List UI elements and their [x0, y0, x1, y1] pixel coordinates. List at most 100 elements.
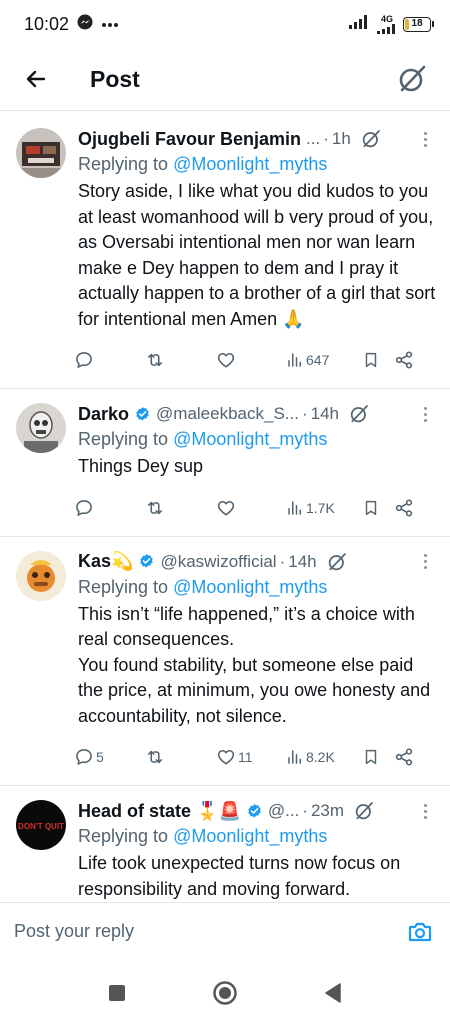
- handle[interactable]: @...: [268, 801, 299, 821]
- repost-icon: [147, 353, 163, 367]
- network-indicator: 4G: [377, 13, 397, 34]
- bookmark-icon: [365, 500, 377, 515]
- reply-tweet[interactable]: Kas💫 @kaswizofficial · 14h Replying to @…: [0, 537, 450, 786]
- system-nav-bar: [0, 962, 450, 1024]
- avatar[interactable]: [16, 550, 66, 601]
- more-options-icon[interactable]: [416, 554, 436, 569]
- repost-button[interactable]: [144, 747, 216, 767]
- verified-badge-icon: [136, 406, 149, 421]
- tweet-header: Kas💫 @kaswizofficial · 14h: [78, 549, 436, 575]
- tweet-text: This isn’t “life happened,” it’s a choic…: [78, 602, 436, 730]
- mention-link[interactable]: @Moonlight_myths: [173, 826, 327, 846]
- separator-dot: ·: [323, 129, 329, 148]
- battery-icon: 18: [403, 16, 434, 32]
- back-arrow-icon: [26, 70, 46, 88]
- avatar[interactable]: DON'T QUIT: [16, 800, 66, 850]
- timestamp[interactable]: 14h: [288, 552, 316, 572]
- status-time: 10:02: [24, 13, 70, 34]
- more-options-icon[interactable]: [416, 131, 436, 147]
- replying-prefix: Replying to: [78, 576, 174, 597]
- share-button[interactable]: [394, 498, 418, 518]
- replying-to: Replying to @Moonlight_myths: [78, 826, 436, 847]
- avatar[interactable]: [16, 403, 66, 453]
- view-count: 647: [306, 352, 330, 368]
- reply-tweet[interactable]: Darko @maleekback_S... · 14h Replying to…: [0, 389, 450, 537]
- reply-button[interactable]: [74, 350, 144, 370]
- bookmark-button[interactable]: [362, 747, 394, 767]
- network-signal-icon: [377, 23, 395, 34]
- header: Post: [0, 48, 450, 110]
- more-options-icon[interactable]: [416, 406, 436, 422]
- network-label: 4G: [380, 13, 393, 24]
- replying-to: Replying to @Moonlight_myths: [78, 577, 436, 598]
- home-button[interactable]: [210, 978, 240, 1008]
- display-name[interactable]: Ojugbeli Favour Benjamin: [78, 129, 301, 150]
- status-left: 10:02: [24, 14, 119, 35]
- view-count: 8.2K: [306, 749, 335, 765]
- reply-feed: Ojugbeli Favour Benjamin ... · 1h Replyi…: [0, 114, 450, 902]
- recents-square-icon: [109, 985, 125, 1001]
- replying-prefix: Replying to: [78, 154, 174, 174]
- repost-button[interactable]: [144, 498, 216, 518]
- like-button[interactable]: 11: [216, 747, 286, 767]
- timestamp[interactable]: 23m: [311, 801, 344, 821]
- recents-button[interactable]: [102, 978, 132, 1008]
- grok-button[interactable]: [392, 59, 432, 99]
- mention-link[interactable]: @Moonlight_myths: [173, 154, 327, 174]
- grok-icon[interactable]: [349, 404, 369, 424]
- repost-icon: [147, 750, 163, 764]
- handle[interactable]: @kaswizofficial: [160, 552, 276, 572]
- header-divider: [0, 110, 450, 111]
- grok-icon[interactable]: [327, 552, 347, 572]
- heart-icon: [217, 749, 235, 765]
- mention-link[interactable]: @Moonlight_myths: [173, 429, 327, 449]
- bookmark-button[interactable]: [362, 350, 394, 370]
- battery-tip: [432, 21, 434, 27]
- tweet-text: Life took unexpected turns now focus on …: [78, 853, 401, 899]
- tweet-text: Story aside, I like what you did kudos t…: [78, 181, 436, 329]
- like-button[interactable]: [216, 350, 286, 370]
- separator-dot: ·: [301, 404, 308, 423]
- camera-button[interactable]: [404, 916, 436, 948]
- views-button[interactable]: 8.2K: [286, 748, 362, 766]
- tweet-actions: 5 11 8.2K: [74, 729, 436, 785]
- back-button[interactable]: [18, 61, 54, 97]
- share-button[interactable]: [394, 350, 418, 370]
- reply-tweet[interactable]: Ojugbeli Favour Benjamin ... · 1h Replyi…: [0, 114, 450, 389]
- bookmark-button[interactable]: [362, 498, 394, 518]
- share-icon: [395, 498, 413, 517]
- bookmark-icon: [365, 352, 377, 368]
- timestamp[interactable]: 1h: [332, 129, 351, 149]
- avatar[interactable]: [16, 128, 66, 178]
- separator-dot: ·: [302, 801, 308, 820]
- tweet-header: Head of state 🎖️🚨 @... · 23m: [78, 798, 436, 824]
- repost-button[interactable]: [144, 350, 216, 370]
- share-icon: [395, 748, 413, 766]
- display-name[interactable]: Kas💫: [78, 551, 133, 572]
- views-icon: [288, 750, 301, 764]
- like-button[interactable]: [216, 498, 286, 518]
- share-icon: [395, 351, 413, 369]
- display-name[interactable]: Head of state 🎖️🚨: [78, 801, 241, 822]
- back-nav-button[interactable]: [318, 978, 348, 1008]
- reply-input[interactable]: [14, 921, 404, 942]
- reply-tweet[interactable]: DON'T QUIT Head of state 🎖️🚨 @... · 23m …: [0, 786, 450, 902]
- reply-button[interactable]: 5: [74, 747, 144, 767]
- timestamp[interactable]: 14h: [311, 404, 339, 424]
- reply-composer: [0, 902, 450, 960]
- views-button[interactable]: 1.7K: [286, 499, 362, 517]
- views-button[interactable]: 647: [286, 351, 362, 369]
- share-button[interactable]: [394, 747, 418, 767]
- handle[interactable]: @maleekback_S...: [156, 404, 299, 424]
- reply-button[interactable]: [74, 498, 144, 518]
- battery-body: 18: [403, 16, 431, 32]
- name-ellipsis: ...: [306, 129, 321, 148]
- heart-icon: [217, 500, 235, 515]
- grok-icon: [399, 65, 426, 92]
- display-name[interactable]: Darko: [78, 404, 129, 425]
- more-options-icon[interactable]: [416, 803, 436, 819]
- reply-icon: [76, 352, 92, 368]
- grok-icon[interactable]: [354, 801, 374, 821]
- grok-icon[interactable]: [361, 129, 381, 149]
- mention-link[interactable]: @Moonlight_myths: [173, 577, 327, 597]
